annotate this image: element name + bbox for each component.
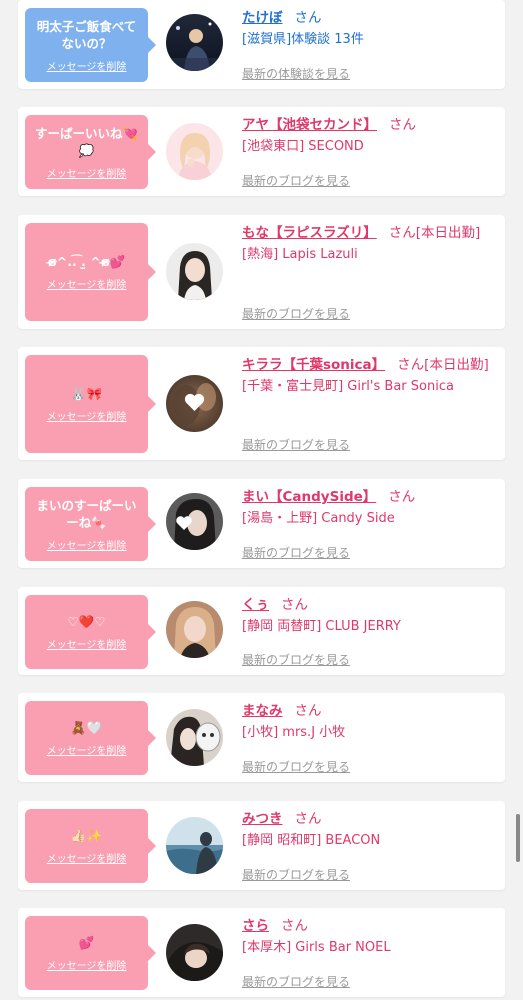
message-text: 💕 [78, 935, 95, 950]
avatar[interactable] [166, 375, 223, 432]
profile-info: さら さん [本厚木] Girls Bar NOEL [242, 915, 495, 959]
message-text: 🧸🤍 [70, 720, 103, 735]
profile-name-link[interactable]: さら [242, 918, 269, 934]
shop-name: [小牧] mrs.J 小牧 [242, 725, 346, 740]
shop-name: [滋賀県]体験談 13件 [242, 32, 364, 47]
list-item: 👍🏻✨ メッセージを削除 みつき さん [静岡 昭和町] BEACON 最新のブログを見る [18, 801, 505, 890]
shop-name: [静岡 昭和町] BEACON [242, 833, 381, 848]
shop-name: [本厚木] Girls Bar NOEL [242, 940, 391, 955]
honorific-suffix: さん [389, 117, 416, 133]
delete-message-link[interactable]: メッセージを削除 [47, 58, 127, 73]
list-item: 🐰🎀 メッセージを削除 キララ【千葉sonica】 さん[本日出勤] [千葉・富士見町]… [18, 347, 505, 460]
message-bubble: 👍🏻✨ メッセージを削除 [25, 809, 156, 883]
latest-post-link[interactable]: 最新のブログを見る [242, 172, 350, 189]
message-bubble: すーぱーいいね💘💭 メッセージを削除 [25, 115, 156, 189]
profile-name-link[interactable]: まい【CandySide】 [242, 489, 376, 505]
list-item: ɞ̴̶̷^..͡ .̫ ^ɞ̴̶̷💕 メッセージを削除 もな【ラピスラズリ】 さん[本… [18, 215, 505, 329]
delete-message-link[interactable]: メッセージを削除 [47, 276, 127, 291]
avatar[interactable] [166, 709, 223, 766]
list-item: 💕 メッセージを削除 さら さん [本厚木] Girls Bar NOEL 最新のブログを… [18, 908, 505, 997]
message-bubble: ɞ̴̶̷^..͡ .̫ ^ɞ̴̶̷💕 メッセージを削除 [25, 223, 156, 321]
delete-message-link[interactable]: メッセージを削除 [47, 408, 127, 423]
latest-post-link[interactable]: 最新のブログを見る [242, 973, 350, 990]
honorific-suffix: さん [388, 225, 416, 241]
delete-message-link[interactable]: メッセージを削除 [47, 957, 127, 972]
work-status: [本日出勤] [415, 225, 481, 241]
avatar[interactable] [166, 924, 223, 981]
list-item: すーぱーいいね💘💭 メッセージを削除 アヤ【池袋セカンド】 さん [池袋東口] SECO… [18, 107, 505, 196]
latest-post-link[interactable]: 最新のブログを見る [242, 436, 350, 453]
message-bubble: ♡❤️♡ メッセージを削除 [25, 595, 156, 669]
profile-name-link[interactable]: たけぼ [242, 10, 283, 26]
shop-name: [千葉・富士見町] Girl's Bar Sonica [242, 379, 454, 394]
honorific-suffix: さん [397, 357, 425, 373]
message-text: まいのすーぱーいーね🍬 [36, 497, 137, 530]
message-bubble: 🐰🎀 メッセージを削除 [25, 355, 156, 453]
honorific-suffix: さん [281, 597, 308, 613]
message-text: すーぱーいいね💘💭 [34, 125, 139, 158]
profile-info: もな【ラピスラズリ】 さん[本日出勤] [熱海] Lapis Lazuli [242, 222, 495, 266]
profile-info: まなみ さん [小牧] mrs.J 小牧 [242, 700, 495, 744]
profile-info: たけぼ さん [滋賀県]体験談 13件 [242, 7, 495, 51]
avatar[interactable] [166, 14, 223, 71]
shop-name: [静岡 両替町] CLUB JERRY [242, 619, 401, 634]
latest-post-link[interactable]: 最新のブログを見る [242, 758, 350, 775]
list-item: 明太子ご飯食べてないの？ メッセージを削除 たけぼ さん [滋賀県]体験談 13件 最新の… [18, 0, 505, 89]
message-text: ♡❤️♡ [67, 614, 106, 629]
avatar[interactable] [166, 817, 223, 874]
honorific-suffix: さん [388, 489, 416, 505]
work-status: [本日出勤] [424, 357, 489, 373]
list-item: ♡❤️♡ メッセージを削除 くぅ さん [静岡 両替町] CLUB JERRY 最新のブロ… [18, 587, 505, 675]
avatar[interactable] [166, 493, 223, 550]
avatar[interactable] [166, 123, 223, 180]
shop-name: [湯島・上野] Candy Side [242, 511, 395, 526]
message-text: 👍🏻✨ [70, 828, 103, 843]
message-text: 明太子ご飯食べてないの？ [36, 18, 137, 51]
message-text: ɞ̴̶̷^..͡ .̫ ^ɞ̴̶̷💕 [47, 254, 126, 269]
delete-message-link[interactable]: メッセージを削除 [47, 165, 127, 180]
profile-name-link[interactable]: キララ【千葉sonica】 [242, 357, 385, 373]
profile-name-link[interactable]: くぅ [242, 597, 269, 613]
honorific-suffix: さん [294, 703, 322, 719]
profile-name-link[interactable]: みつき [242, 811, 283, 827]
delete-message-link[interactable]: メッセージを削除 [47, 636, 127, 651]
latest-post-link[interactable]: 最新の体験談を見る [242, 65, 350, 82]
message-bubble: 🧸🤍 メッセージを削除 [25, 701, 156, 775]
profile-name-link[interactable]: アヤ【池袋セカンド】 [242, 117, 377, 133]
list-item: 🧸🤍 メッセージを削除 まなみ さん [小牧] mrs.J 小牧 最新のブログを見る [18, 693, 505, 782]
avatar[interactable] [166, 243, 223, 300]
message-bubble: まいのすーぱーいーね🍬 メッセージを削除 [25, 487, 156, 561]
message-text: 🐰🎀 [70, 386, 103, 401]
avatar[interactable] [166, 601, 223, 658]
profile-name-link[interactable]: まなみ [242, 703, 283, 719]
message-bubble: 明太子ご飯食べてないの？ メッセージを削除 [25, 8, 156, 82]
delete-message-link[interactable]: メッセージを削除 [47, 850, 127, 865]
profile-name-link[interactable]: もな【ラピスラズリ】 [242, 225, 377, 241]
profile-info: キララ【千葉sonica】 さん[本日出勤] [千葉・富士見町] Girl's Ba… [242, 354, 495, 398]
latest-post-link[interactable]: 最新のブログを見る [242, 544, 350, 561]
latest-post-link[interactable]: 最新のブログを見る [242, 305, 350, 322]
message-bubble: 💕 メッセージを削除 [25, 916, 156, 990]
shop-name: [池袋東口] SECOND [242, 139, 364, 154]
honorific-suffix: さん [294, 811, 322, 827]
delete-message-link[interactable]: メッセージを削除 [47, 742, 127, 757]
latest-post-link[interactable]: 最新のブログを見る [242, 866, 350, 883]
list-item: まいのすーぱーいーね🍬 メッセージを削除 まい【CandySide】 さん [湯島・上野… [18, 479, 505, 568]
shop-name: [熱海] Lapis Lazuli [242, 247, 358, 262]
profile-info: まい【CandySide】 さん [湯島・上野] Candy Side [242, 486, 495, 530]
honorific-suffix: さん [281, 918, 308, 934]
latest-post-link[interactable]: 最新のブログを見る [242, 651, 350, 668]
profile-info: アヤ【池袋セカンド】 さん [池袋東口] SECOND [242, 114, 495, 158]
profile-info: みつき さん [静岡 昭和町] BEACON [242, 808, 495, 852]
honorific-suffix: さん [294, 10, 322, 26]
scrollbar[interactable] [516, 814, 520, 862]
delete-message-link[interactable]: メッセージを削除 [47, 537, 127, 552]
profile-info: くぅ さん [静岡 両替町] CLUB JERRY [242, 594, 495, 638]
